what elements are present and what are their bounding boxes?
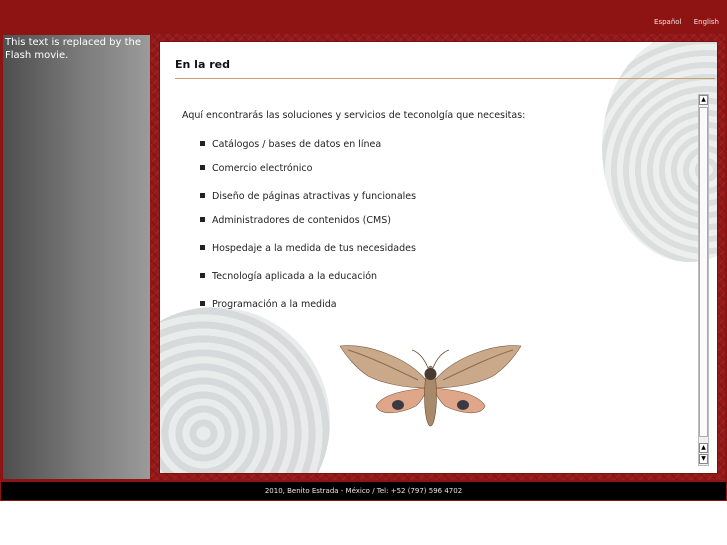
language-link-english[interactable]: English [694, 18, 719, 26]
square-bullet-icon [200, 301, 205, 306]
language-links: Español English [644, 18, 719, 26]
list-item: Catálogos / bases de datos en línea [200, 139, 381, 150]
list-item: Diseño de páginas atractivas y funcional… [200, 191, 416, 202]
list-item: Tecnología aplicada a la educación [200, 271, 377, 282]
square-bullet-icon [200, 245, 205, 250]
service-label: Diseño de páginas atractivas y funcional… [212, 191, 417, 202]
list-item: Comercio electrónico [200, 163, 312, 174]
square-bullet-icon [200, 141, 205, 146]
footer: 2010, Benito Estrada - México / Tel: +52… [0, 481, 727, 501]
page-title: En la red [175, 58, 230, 71]
service-label: Comercio electrónico [212, 163, 313, 174]
scroll-up-icon[interactable]: ▲ [699, 95, 708, 105]
footer-text: 2010, Benito Estrada - México / Tel: +52… [264, 487, 463, 495]
content-scrollbar[interactable]: ▲ ▲ ▼ [698, 94, 709, 466]
square-bullet-icon [200, 193, 205, 198]
service-label: Catálogos / bases de datos en línea [212, 139, 382, 150]
service-label: Hospedaje a la medida de tus necesidades [212, 243, 416, 254]
decorative-dome-bottom-left [160, 307, 330, 473]
square-bullet-icon [200, 165, 205, 170]
service-label: Tecnología aplicada a la educación [212, 271, 378, 282]
flash-movie-area: This text is replaced by the Flash movie… [2, 34, 151, 480]
service-label: Administradores de contenidos (CMS) [212, 215, 391, 226]
square-bullet-icon [200, 217, 205, 222]
service-label: Programación a la medida [212, 299, 337, 310]
square-bullet-icon [200, 273, 205, 278]
list-item: Hospedaje a la medida de tus necesidades [200, 243, 416, 254]
intro-text: Aquí encontrarás las soluciones y servic… [182, 110, 526, 121]
content-panel: En la red Aquí encontrarás las solucione… [160, 42, 717, 473]
moth-image [339, 345, 522, 427]
list-item: Programación a la medida [200, 299, 337, 310]
list-item: Administradores de contenidos (CMS) [200, 215, 391, 226]
scroll-up-icon[interactable]: ▲ [699, 443, 708, 453]
language-link-spanish[interactable]: Español [654, 18, 681, 26]
flash-placeholder-text: This text is replaced by the Flash movie… [5, 37, 142, 61]
title-divider [175, 78, 715, 79]
scroll-thumb[interactable] [699, 107, 708, 437]
top-bar: Español English [0, 0, 727, 33]
scroll-down-icon[interactable]: ▼ [699, 454, 708, 464]
